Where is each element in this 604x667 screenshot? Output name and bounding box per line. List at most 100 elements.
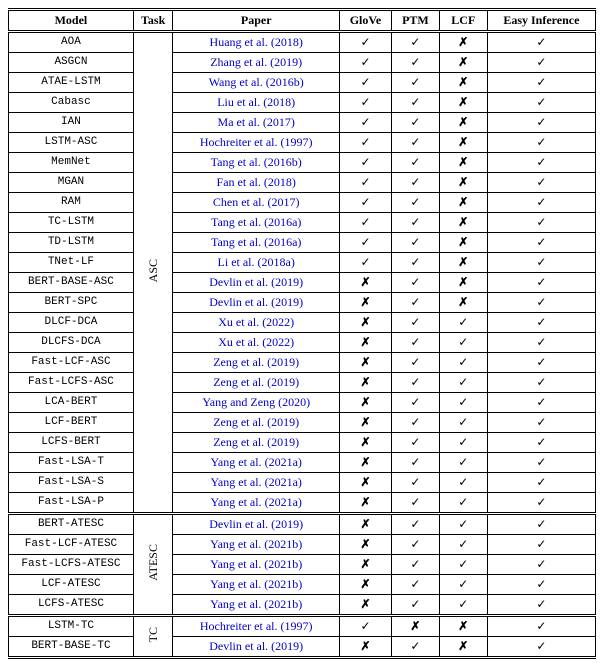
paper-link[interactable]: Zhang et al. (2019): [210, 55, 302, 69]
paper-link[interactable]: Devlin et al. (2019): [209, 275, 303, 289]
table-row: ATAE-LSTMWang et al. (2016b)✓✓✗✓: [9, 73, 596, 93]
paper-link[interactable]: Devlin et al. (2019): [209, 295, 303, 309]
easy-cell: ✓: [487, 313, 595, 333]
paper-link[interactable]: Yang et al. (2021a): [210, 475, 301, 489]
easy-cell: ✓: [487, 293, 595, 313]
easy-cell: ✓: [487, 273, 595, 293]
lcf-cell: ✗: [439, 93, 487, 113]
lcf-cell: ✗: [439, 153, 487, 173]
paper-cell: Xu et al. (2022): [173, 333, 340, 353]
paper-link[interactable]: Yang et al. (2021b): [210, 537, 302, 551]
paper-cell: Devlin et al. (2019): [173, 273, 340, 293]
paper-cell: Hochreiter et al. (1997): [173, 616, 340, 637]
ptm-cell: ✓: [391, 393, 439, 413]
ptm-cell: ✓: [391, 193, 439, 213]
paper-link[interactable]: Hochreiter et al. (1997): [200, 619, 313, 633]
glove-cell: ✗: [339, 595, 391, 616]
glove-cell: ✓: [339, 32, 391, 53]
table-row: LCF-BERTZeng et al. (2019)✗✓✓✓: [9, 413, 596, 433]
ptm-cell: ✓: [391, 133, 439, 153]
glove-cell: ✗: [339, 413, 391, 433]
easy-cell: ✓: [487, 373, 595, 393]
easy-cell: ✓: [487, 493, 595, 514]
paper-link[interactable]: Yang et al. (2021a): [210, 495, 301, 509]
lcf-cell: ✗: [439, 273, 487, 293]
lcf-cell: ✓: [439, 413, 487, 433]
paper-link[interactable]: Hochreiter et al. (1997): [200, 135, 313, 149]
lcf-cell: ✗: [439, 193, 487, 213]
paper-link[interactable]: Zeng et al. (2019): [213, 375, 299, 389]
paper-link[interactable]: Huang et al. (2018): [210, 35, 303, 49]
paper-cell: Fan et al. (2018): [173, 173, 340, 193]
model-cell: MemNet: [9, 153, 134, 173]
paper-link[interactable]: Yang et al. (2021b): [210, 557, 302, 571]
task-cell: ATESC: [133, 514, 173, 616]
lcf-cell: ✗: [439, 213, 487, 233]
ptm-cell: ✗: [391, 616, 439, 637]
paper-link[interactable]: Devlin et al. (2019): [209, 517, 303, 531]
paper-link[interactable]: Yang et al. (2021b): [210, 577, 302, 591]
model-cell: TD-LSTM: [9, 233, 134, 253]
paper-link[interactable]: Ma et al. (2017): [218, 115, 295, 129]
paper-link[interactable]: Tang et al. (2016a): [211, 215, 301, 229]
model-cell: LCF-BERT: [9, 413, 134, 433]
model-cell: Fast-LCFS-ATESC: [9, 555, 134, 575]
paper-cell: Yang et al. (2021b): [173, 535, 340, 555]
paper-link[interactable]: Liu et al. (2018): [217, 95, 295, 109]
table-row: Fast-LSA-PYang et al. (2021a)✗✓✓✓: [9, 493, 596, 514]
easy-cell: ✓: [487, 32, 595, 53]
glove-cell: ✗: [339, 637, 391, 658]
model-cell: LSTM-TC: [9, 616, 134, 637]
col-easy: Easy Inference: [487, 10, 595, 32]
ptm-cell: ✓: [391, 493, 439, 514]
paper-link[interactable]: Xu et al. (2022): [218, 315, 294, 329]
lcf-cell: ✗: [439, 53, 487, 73]
lcf-cell: ✗: [439, 637, 487, 658]
table-row: BERT-BASE-ASCDevlin et al. (2019)✗✓✗✓: [9, 273, 596, 293]
col-ptm: PTM: [391, 10, 439, 32]
easy-cell: ✓: [487, 333, 595, 353]
easy-cell: ✓: [487, 73, 595, 93]
ptm-cell: ✓: [391, 273, 439, 293]
table-row: CabascLiu et al. (2018)✓✓✗✓: [9, 93, 596, 113]
glove-cell: ✗: [339, 575, 391, 595]
paper-link[interactable]: Xu et al. (2022): [218, 335, 294, 349]
model-cell: RAM: [9, 193, 134, 213]
paper-cell: Zeng et al. (2019): [173, 433, 340, 453]
table-row: BERT-ATESCATESCDevlin et al. (2019)✗✓✓✓: [9, 514, 596, 535]
model-cell: LCA-BERT: [9, 393, 134, 413]
paper-link[interactable]: Yang et al. (2021a): [210, 455, 301, 469]
paper-link[interactable]: Chen et al. (2017): [213, 195, 300, 209]
model-cell: MGAN: [9, 173, 134, 193]
paper-link[interactable]: Zeng et al. (2019): [213, 355, 299, 369]
paper-link[interactable]: Tang et al. (2016b): [211, 155, 302, 169]
glove-cell: ✗: [339, 333, 391, 353]
paper-link[interactable]: Fan et al. (2018): [217, 175, 296, 189]
paper-link[interactable]: Wang et al. (2016b): [209, 75, 304, 89]
paper-link[interactable]: Yang et al. (2021b): [210, 597, 302, 611]
model-cell: LCFS-ATESC: [9, 595, 134, 616]
paper-link[interactable]: Tang et al. (2016a): [211, 235, 301, 249]
paper-link[interactable]: Li et al. (2018a): [218, 255, 295, 269]
glove-cell: ✓: [339, 253, 391, 273]
model-cell: DLCF-DCA: [9, 313, 134, 333]
ptm-cell: ✓: [391, 32, 439, 53]
col-glove: GloVe: [339, 10, 391, 32]
ptm-cell: ✓: [391, 93, 439, 113]
model-cell: TC-LSTM: [9, 213, 134, 233]
glove-cell: ✗: [339, 373, 391, 393]
paper-cell: Devlin et al. (2019): [173, 514, 340, 535]
paper-link[interactable]: Zeng et al. (2019): [213, 415, 299, 429]
table-row: MemNetTang et al. (2016b)✓✓✗✓: [9, 153, 596, 173]
table-row: LCA-BERTYang and Zeng (2020)✗✓✓✓: [9, 393, 596, 413]
easy-cell: ✓: [487, 575, 595, 595]
paper-link[interactable]: Zeng et al. (2019): [213, 435, 299, 449]
paper-link[interactable]: Devlin et al. (2019): [209, 639, 303, 653]
glove-cell: ✗: [339, 493, 391, 514]
ptm-cell: ✓: [391, 53, 439, 73]
paper-cell: Zeng et al. (2019): [173, 373, 340, 393]
model-cell: BERT-BASE-TC: [9, 637, 134, 658]
lcf-cell: ✓: [439, 313, 487, 333]
model-cell: LSTM-ASC: [9, 133, 134, 153]
paper-link[interactable]: Yang and Zeng (2020): [202, 395, 310, 409]
